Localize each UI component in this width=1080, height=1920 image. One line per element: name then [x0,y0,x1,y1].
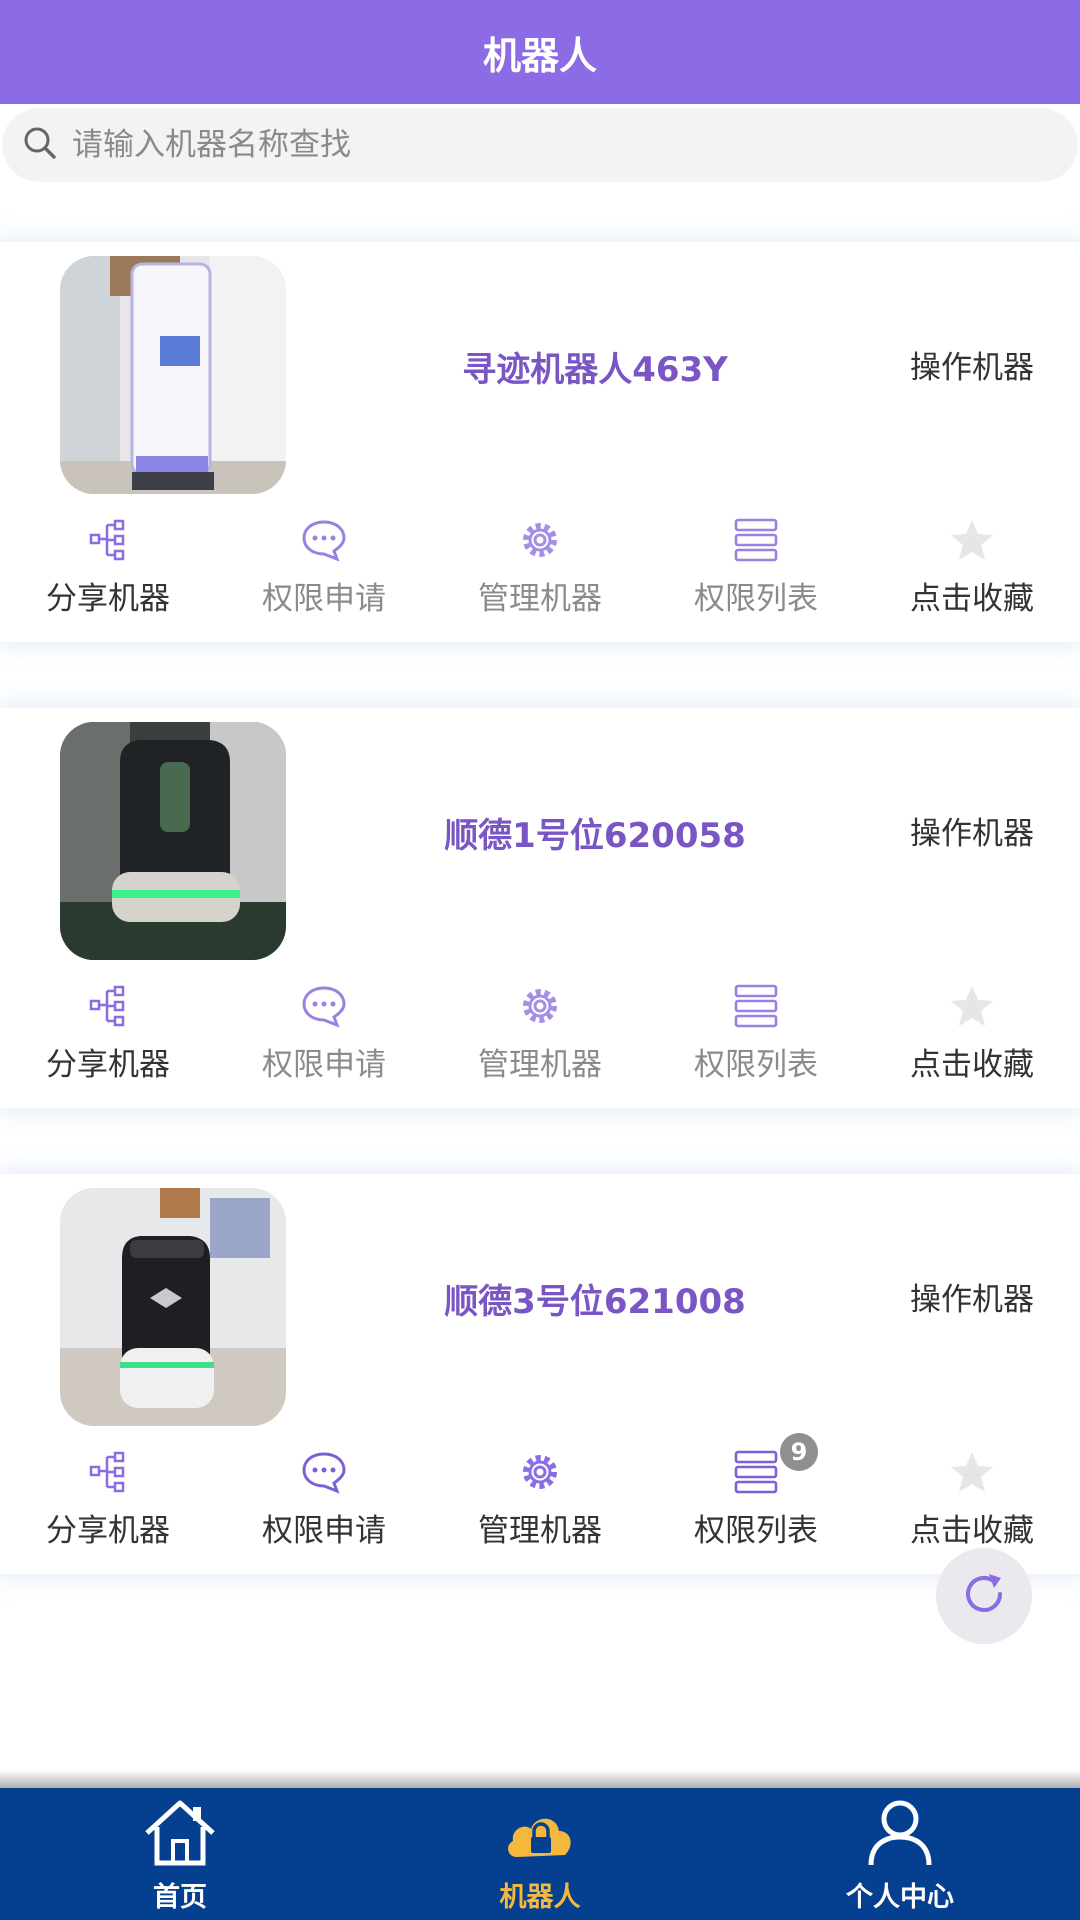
manage-robot-button[interactable]: 管理机器 [432,983,648,1083]
robot-actions: 分享机器 权限申请 管理机器 9 权限列表 点击收藏 [0,1433,1080,1549]
action-label: 管理机器 [478,1047,602,1083]
robot-actions: 分享机器 权限申请 管理机器 权限列表 点击收藏 [0,517,1080,617]
permission-request-button[interactable]: 权限申请 [216,1449,432,1549]
action-label: 分享机器 [46,581,170,617]
search-bar[interactable] [2,108,1078,182]
action-label: 分享机器 [46,1047,170,1083]
share-icon [85,983,131,1029]
manage-robot-button[interactable]: 管理机器 [432,1449,648,1549]
user-icon [861,1797,939,1873]
list-icon [733,983,779,1029]
action-label: 点击收藏 [910,581,1034,617]
action-label: 权限列表 [694,1047,818,1083]
permission-list-button[interactable]: 权限列表 [648,983,864,1083]
list-icon [733,517,779,563]
share-icon [85,517,131,563]
operate-robot-button[interactable]: 操作机器 [910,342,1034,387]
chat-icon [301,1449,347,1495]
nav-item-robot[interactable]: 机器人 [360,1788,720,1920]
nav-label: 个人中心 [846,1882,954,1913]
cloud-lock-icon [501,1797,579,1873]
gear-icon [517,517,563,563]
robot-card: 顺德3号位621008 操作机器 分享机器 权限申请 管理机器 9 权限列表 点… [0,1174,1080,1574]
operate-robot-button[interactable]: 操作机器 [910,1274,1034,1319]
refresh-icon [956,1566,1012,1626]
permission-list-button[interactable]: 权限列表 [648,517,864,617]
star-icon [949,983,995,1029]
favorite-button[interactable]: 点击收藏 [864,517,1080,617]
nav-label: 首页 [153,1882,207,1913]
refresh-button[interactable] [936,1548,1032,1644]
operate-robot-button[interactable]: 操作机器 [910,808,1034,853]
star-icon [949,517,995,563]
action-label: 点击收藏 [910,1047,1034,1083]
share-robot-button[interactable]: 分享机器 [0,517,216,617]
nav-label: 机器人 [499,1882,581,1913]
gear-icon [517,983,563,1029]
action-label: 权限申请 [262,581,386,617]
action-label: 分享机器 [46,1513,170,1549]
robot-photo [60,256,286,494]
manage-robot-button[interactable]: 管理机器 [432,517,648,617]
nav-shadow [0,1770,1080,1790]
gear-icon [517,1449,563,1495]
share-icon [85,1449,131,1495]
robot-photo [60,722,286,960]
list-icon [733,1449,779,1495]
action-label: 权限申请 [262,1047,386,1083]
share-robot-button[interactable]: 分享机器 [0,983,216,1083]
robot-photo [60,1188,286,1426]
favorite-button[interactable]: 点击收藏 [864,1449,1080,1549]
action-label: 权限申请 [262,1513,386,1549]
permission-request-button[interactable]: 权限申请 [216,983,432,1083]
search-icon[interactable] [22,125,58,165]
star-icon [949,1449,995,1495]
app-screen: 机器人 寻迹机器人463Y 操作机器 [0,0,1080,1920]
action-label: 权限列表 [694,581,818,617]
chat-icon [301,983,347,1029]
robot-name: 顺德1号位620058 [444,816,746,856]
share-robot-button[interactable]: 分享机器 [0,1449,216,1549]
robot-actions: 分享机器 权限申请 管理机器 权限列表 点击收藏 [0,983,1080,1083]
action-label: 管理机器 [478,581,602,617]
action-label: 权限列表 [694,1513,818,1549]
permission-request-button[interactable]: 权限申请 [216,517,432,617]
chat-icon [301,517,347,563]
page-header: 机器人 [0,0,1080,104]
action-label: 点击收藏 [910,1513,1034,1549]
search-input[interactable] [72,127,972,163]
robot-card: 顺德1号位620058 操作机器 分享机器 权限申请 管理机器 权限列表 点击收… [0,708,1080,1108]
action-label: 管理机器 [478,1513,602,1549]
nav-item-profile[interactable]: 个人中心 [720,1788,1080,1920]
favorite-button[interactable]: 点击收藏 [864,983,1080,1083]
robot-name: 寻迹机器人463Y [462,350,728,390]
notification-badge: 9 [780,1433,818,1471]
robot-card: 寻迹机器人463Y 操作机器 分享机器 权限申请 管理机器 权限列表 点击收藏 [0,242,1080,642]
nav-item-home[interactable]: 首页 [0,1788,360,1920]
page-title: 机器人 [482,33,597,78]
home-icon [141,1797,219,1873]
bottom-nav: 首页 机器人 个人中心 [0,1788,1080,1920]
robot-name: 顺德3号位621008 [444,1282,746,1322]
permission-list-button[interactable]: 9 权限列表 [648,1433,864,1549]
